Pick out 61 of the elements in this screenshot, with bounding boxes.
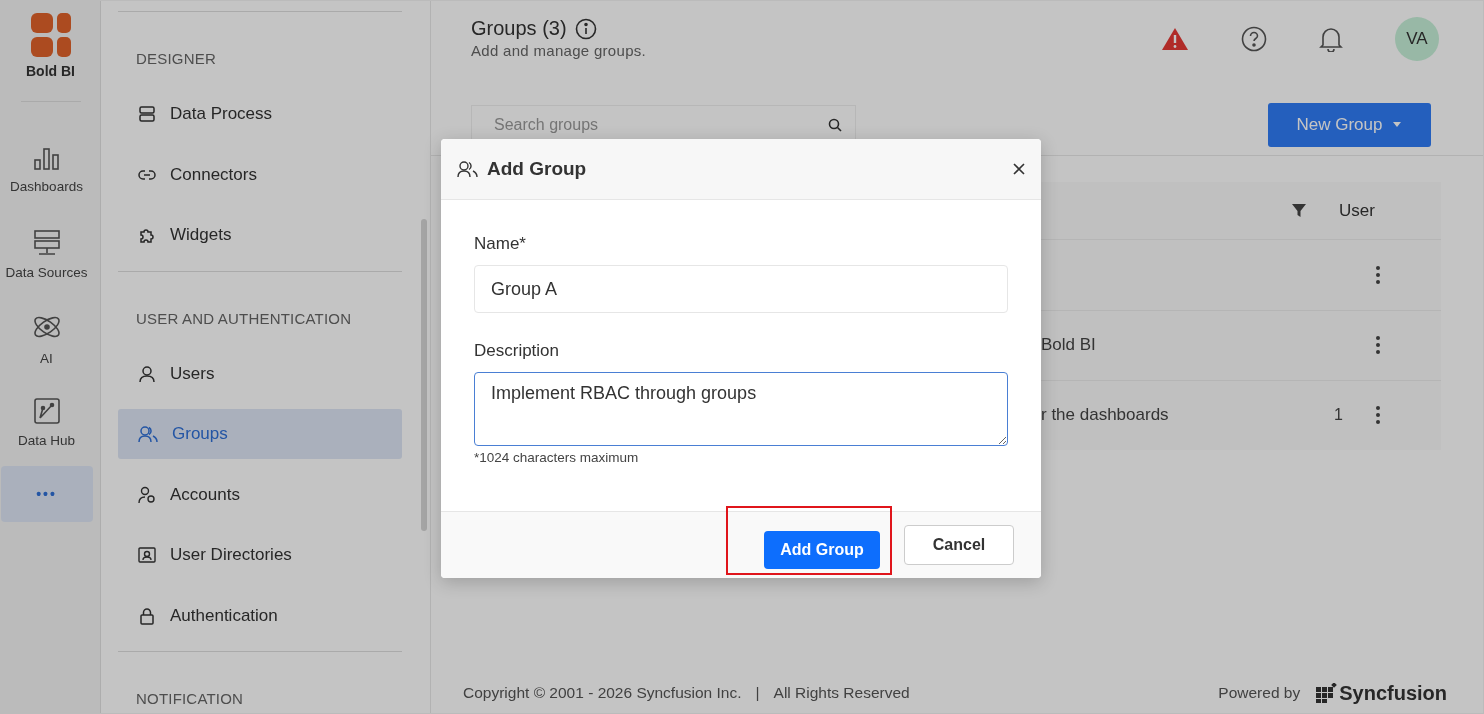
new-group-button[interactable]: New Group (1268, 103, 1431, 147)
nav-item[interactable]: User Directories (118, 530, 402, 580)
section-heading: USER AND AUTHENTICATION (135, 308, 353, 329)
table-cell-text: r the dashboards (1041, 405, 1170, 426)
rights-text: All Rights Reserved (773, 684, 910, 702)
info-icon[interactable] (574, 17, 597, 40)
user-icon (138, 364, 156, 383)
cancel-button[interactable]: Cancel (904, 525, 1014, 565)
brand-logo-icon (1316, 683, 1339, 703)
powered-by-text: Powered by (1218, 684, 1301, 702)
user-gear-icon (138, 485, 156, 504)
app-name: Bold BI (26, 63, 75, 79)
page-subtitle: Add and manage groups. (471, 42, 647, 59)
server-icon (32, 228, 61, 257)
field-label: Description (474, 341, 561, 361)
users-icon (457, 160, 479, 178)
copyright-text: Copyright © 2001 - 2026 Syncfusion Inc. (463, 684, 742, 702)
filter-icon[interactable] (1291, 202, 1307, 219)
close-icon[interactable] (1013, 163, 1025, 175)
table-cell-text: Bold BI (1041, 335, 1097, 356)
table-cell: 1 (1334, 406, 1343, 425)
rail-item[interactable]: AI (1, 296, 93, 380)
more-options-icon[interactable] (1375, 264, 1381, 285)
rail-item[interactable]: Data Hub (1, 380, 93, 464)
description-input[interactable]: Implement RBAC through groups (474, 372, 1008, 446)
name-input[interactable]: Group A (474, 265, 1008, 313)
nav-item[interactable]: Users (118, 348, 402, 399)
more-options-icon[interactable] (1375, 405, 1381, 426)
graph-icon (32, 396, 61, 425)
nav-item[interactable]: Data Process (118, 89, 402, 139)
bar-chart-icon (32, 146, 61, 171)
user-avatar[interactable]: VA (1395, 17, 1439, 61)
id-card-icon (138, 546, 156, 564)
help-icon[interactable] (1241, 26, 1267, 52)
section-heading: NOTIFICATION (135, 689, 245, 709)
users-icon (138, 425, 158, 443)
page-title: Groups (3) (471, 17, 567, 40)
search-icon (828, 118, 842, 132)
add-group-button[interactable]: Add Group (764, 530, 880, 569)
column-header: User (1339, 200, 1376, 221)
puzzle-icon (138, 226, 156, 244)
lock-icon (138, 606, 156, 625)
more-options-icon[interactable] (1375, 335, 1381, 356)
logo-icon (30, 13, 71, 57)
warning-icon[interactable] (1161, 27, 1189, 51)
field-hint: *1024 characters maximum (474, 450, 640, 465)
field-label: Name* (474, 234, 527, 254)
nav-item[interactable]: Authentication (118, 590, 402, 641)
nav-item[interactable]: Accounts (118, 469, 402, 520)
section-heading: DESIGNER (135, 49, 217, 69)
nav-item[interactable]: Connectors (118, 149, 402, 200)
stack-icon (138, 105, 156, 123)
nav-item[interactable]: Widgets (118, 210, 402, 260)
brand-name: Syncfusion (1339, 681, 1447, 705)
rail-item[interactable]: Data Sources (1, 212, 93, 296)
scrollbar-thumb[interactable] (421, 219, 427, 531)
caret-icon (1392, 122, 1403, 128)
bell-icon[interactable] (1319, 26, 1343, 52)
rail-item[interactable]: Dashboards (1, 128, 93, 212)
dialog-title: Add Group (487, 158, 587, 180)
footer-separator: | (755, 684, 760, 702)
